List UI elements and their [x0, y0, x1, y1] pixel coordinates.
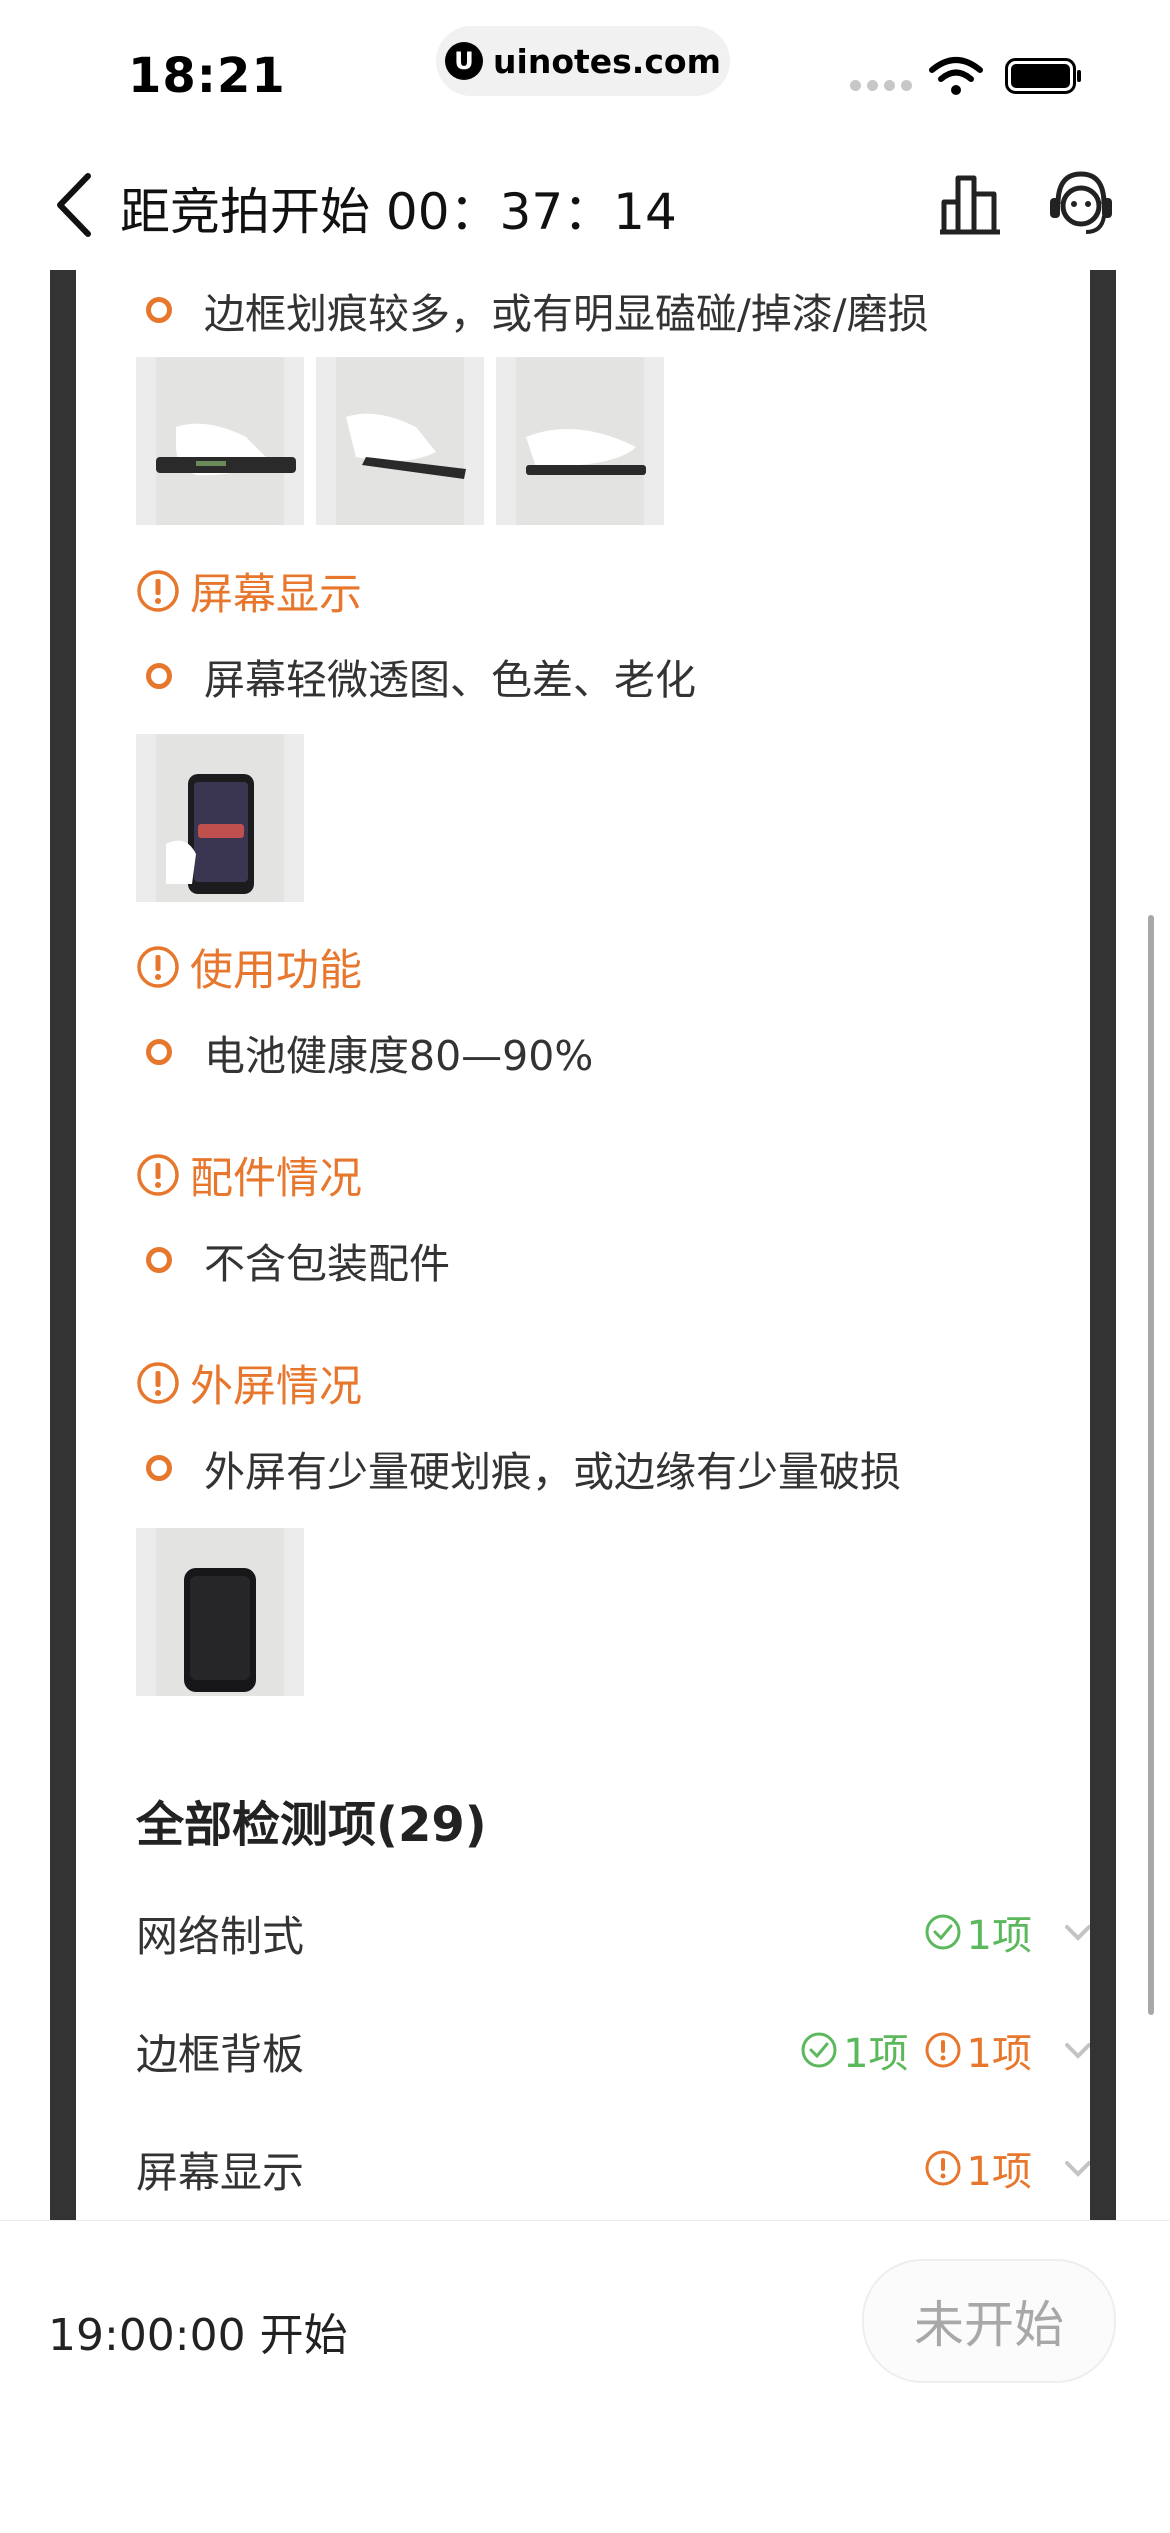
- countdown-title: 距竞拍开始 00：37：14: [120, 183, 677, 241]
- battery-icon: [1005, 58, 1081, 94]
- scrollbar[interactable]: [1148, 915, 1154, 2015]
- inspection-report: 边框划痕较多，或有明显磕碰/掉漆/磨损 屏幕显示 屏幕轻微透图、色差、老化 使用…: [76, 270, 1090, 2220]
- wifi-icon: [929, 57, 983, 95]
- category-functions: 使用功能: [136, 936, 362, 998]
- check-circle-icon: [801, 2032, 837, 2068]
- pass-badge: 1项: [799, 2021, 909, 2079]
- bottom-bar: 19:00:00 开始 未开始: [0, 2220, 1170, 2533]
- category-accessories: 配件情况: [136, 1144, 362, 1206]
- warning-icon: [925, 2032, 961, 2068]
- back-chevron-icon[interactable]: [52, 170, 96, 240]
- list-item: 外屏有少量硬划痕，或边缘有少量破损: [146, 1438, 901, 1498]
- url-pill[interactable]: U uinotes.com: [436, 26, 730, 96]
- nav-bar: 距竞拍开始 00：37：14: [0, 150, 1170, 260]
- category-title: 使用功能: [190, 946, 362, 996]
- category-title: 外屏情况: [190, 1362, 362, 1412]
- url-text: uinotes.com: [493, 41, 721, 81]
- warning-icon: [137, 1154, 179, 1196]
- photo-thumbnail[interactable]: [496, 357, 664, 525]
- chevron-down-icon[interactable]: [1060, 2150, 1090, 2186]
- check-row-screen[interactable]: 屏幕显示 1项: [136, 2131, 1090, 2201]
- bullet-icon: [146, 1455, 172, 1481]
- customer-service-icon[interactable]: [1044, 166, 1118, 240]
- photo-thumbnail[interactable]: [136, 357, 304, 525]
- bullet-icon: [146, 297, 172, 323]
- bullet-icon: [146, 663, 172, 689]
- chart-bars-icon[interactable]: [934, 168, 1006, 240]
- bullet-icon: [146, 1247, 172, 1273]
- list-item: 电池健康度80—90%: [146, 1022, 593, 1082]
- issue-badge: 1项: [923, 2139, 1032, 2197]
- status-bar: 18:21 U uinotes.com: [0, 0, 1170, 140]
- site-logo-icon: U: [445, 42, 484, 80]
- status-time: 18:21: [128, 48, 286, 104]
- issue-badge: 1项: [923, 2021, 1032, 2079]
- category-screen-display: 屏幕显示: [136, 560, 362, 622]
- category-title: 配件情况: [190, 1154, 362, 1204]
- photo-thumbnail[interactable]: [136, 1528, 304, 1696]
- check-row-network[interactable]: 网络制式 1项: [136, 1895, 1090, 1965]
- category-outer-screen: 外屏情况: [136, 1352, 362, 1414]
- warning-icon: [137, 1362, 179, 1404]
- category-title: 屏幕显示: [190, 570, 362, 620]
- not-started-button[interactable]: 未开始: [862, 2259, 1116, 2383]
- list-item: 不含包装配件: [146, 1230, 450, 1290]
- list-item: 屏幕轻微透图、色差、老化: [146, 646, 696, 706]
- warning-icon: [137, 946, 179, 988]
- signal-icon: [850, 80, 912, 91]
- chevron-down-icon[interactable]: [1060, 1914, 1090, 1950]
- check-circle-icon: [925, 1914, 961, 1950]
- all-checks-title: 全部检测项(29): [136, 1797, 487, 1853]
- list-item: 边框划痕较多，或有明显磕碰/掉漆/磨损: [146, 280, 929, 340]
- bullet-icon: [146, 1039, 172, 1065]
- auction-start-time: 19:00:00 开始: [48, 2310, 348, 2361]
- photo-thumbnail[interactable]: [316, 357, 484, 525]
- warning-icon: [137, 570, 179, 612]
- warning-icon: [925, 2150, 961, 2186]
- check-row-frame-back[interactable]: 边框背板 1项 1项: [136, 2013, 1090, 2083]
- photo-thumbnail[interactable]: [136, 734, 304, 902]
- pass-badge: 1项: [923, 1903, 1032, 1961]
- chevron-down-icon[interactable]: [1060, 2032, 1090, 2068]
